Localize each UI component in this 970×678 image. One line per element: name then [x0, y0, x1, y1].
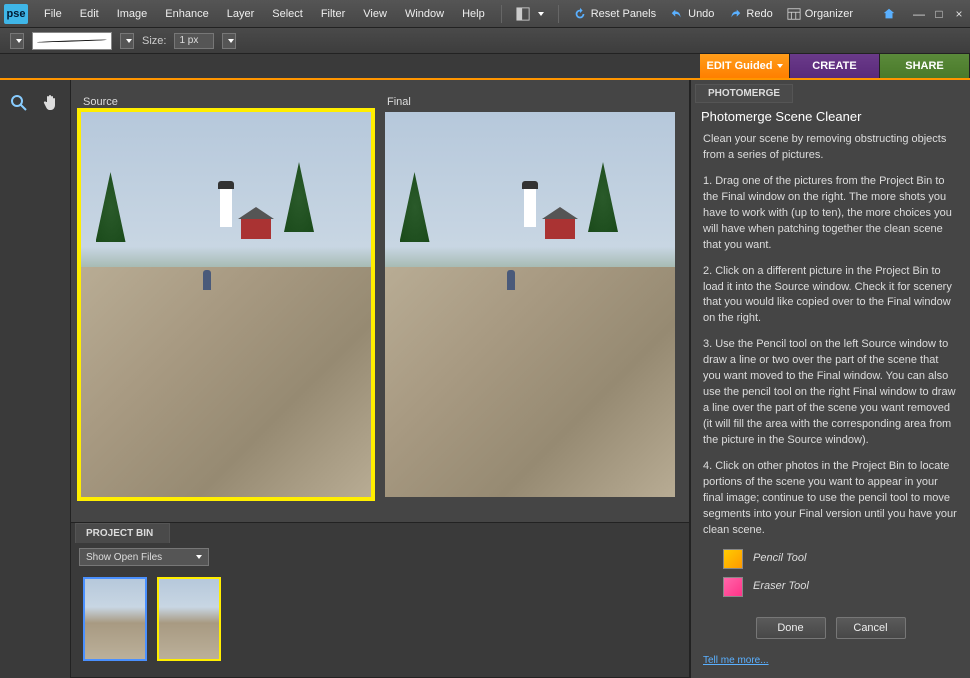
panel-title: Photomerge Scene Cleaner	[691, 103, 970, 128]
organizer-button[interactable]: Organizer	[781, 4, 859, 24]
menu-bar: pse File Edit Image Enhance Layer Select…	[0, 0, 970, 28]
reset-panels-button[interactable]: Reset Panels	[567, 4, 662, 24]
panel-step-2: 2. Click on a different picture in the P…	[703, 264, 958, 328]
layout-switcher[interactable]	[510, 4, 550, 24]
app-logo: pse	[4, 4, 28, 24]
project-bin: PROJECT BIN Show Open Files	[71, 522, 689, 677]
menu-edit[interactable]: Edit	[72, 4, 107, 24]
home-button[interactable]	[876, 4, 902, 24]
done-button[interactable]: Done	[756, 617, 826, 639]
eraser-icon	[723, 577, 743, 597]
tab-share[interactable]: SHARE	[880, 54, 970, 78]
size-input[interactable]: 1 px	[174, 33, 214, 49]
separator	[558, 5, 559, 23]
bin-thumbnail-2[interactable]	[159, 579, 219, 659]
workspace: Source Final PROJECT BIN Show Open Files	[70, 80, 690, 678]
options-bar: Size: 1 px	[0, 28, 970, 54]
project-bin-tab[interactable]: PROJECT BIN	[75, 523, 170, 543]
panel-intro: Clean your scene by removing obstructing…	[703, 132, 958, 164]
brush-preview[interactable]	[32, 32, 112, 50]
cancel-button[interactable]: Cancel	[836, 617, 906, 639]
bin-thumbnail-1[interactable]	[85, 579, 145, 659]
organizer-label: Organizer	[805, 8, 853, 20]
tab-edit-label: EDIT Guided	[707, 60, 773, 72]
zoom-tool[interactable]	[8, 92, 30, 114]
panel-step-4: 4. Click on other photos in the Project …	[703, 459, 958, 539]
menu-view[interactable]: View	[355, 4, 395, 24]
tab-edit-guided[interactable]: EDIT Guided	[700, 54, 790, 78]
source-label: Source	[83, 96, 375, 108]
panel-step-1: 1. Drag one of the pictures from the Pro…	[703, 174, 958, 254]
panel-step-3: 3. Use the Pencil tool on the left Sourc…	[703, 337, 958, 449]
undo-button[interactable]: Undo	[664, 4, 720, 24]
minimize-icon[interactable]: —	[912, 7, 926, 21]
tell-me-more-link[interactable]: Tell me more...	[691, 649, 970, 678]
close-icon[interactable]: ×	[952, 7, 966, 21]
eraser-label: Eraser Tool	[753, 579, 809, 595]
menu-layer[interactable]: Layer	[219, 4, 263, 24]
menu-enhance[interactable]: Enhance	[157, 4, 216, 24]
menu-filter[interactable]: Filter	[313, 4, 353, 24]
size-dropdown[interactable]	[222, 33, 236, 49]
separator	[501, 5, 502, 23]
source-canvas[interactable]	[81, 112, 371, 497]
redo-button[interactable]: Redo	[722, 4, 778, 24]
menu-help[interactable]: Help	[454, 4, 493, 24]
menu-select[interactable]: Select	[264, 4, 311, 24]
final-label: Final	[387, 96, 679, 108]
bin-filter-dropdown[interactable]: Show Open Files	[79, 548, 209, 566]
tab-create[interactable]: CREATE	[790, 54, 880, 78]
photomerge-tab[interactable]: PHOTOMERGE	[695, 84, 793, 103]
mode-tabs: EDIT Guided CREATE SHARE	[0, 54, 970, 80]
tool-preset-picker[interactable]	[10, 33, 24, 49]
pencil-label: Pencil Tool	[753, 551, 806, 567]
menu-window[interactable]: Window	[397, 4, 452, 24]
pencil-tool-button[interactable]: Pencil Tool	[723, 549, 958, 569]
panel-instructions: Clean your scene by removing obstructing…	[691, 128, 970, 607]
pencil-icon	[723, 549, 743, 569]
toolbox	[0, 80, 70, 678]
brush-dropdown[interactable]	[120, 33, 134, 49]
redo-label: Redo	[746, 8, 772, 20]
menu-image[interactable]: Image	[109, 4, 156, 24]
final-canvas[interactable]	[385, 112, 675, 497]
eraser-tool-button[interactable]: Eraser Tool	[723, 577, 958, 597]
bin-filter-label: Show Open Files	[86, 552, 162, 563]
maximize-icon[interactable]: □	[932, 7, 946, 21]
reset-panels-label: Reset Panels	[591, 8, 656, 20]
size-label: Size:	[142, 35, 166, 47]
menu-file[interactable]: File	[36, 4, 70, 24]
hand-tool[interactable]	[40, 92, 62, 114]
guided-panel: PHOTOMERGE Photomerge Scene Cleaner Clea…	[690, 80, 970, 678]
undo-label: Undo	[688, 8, 714, 20]
